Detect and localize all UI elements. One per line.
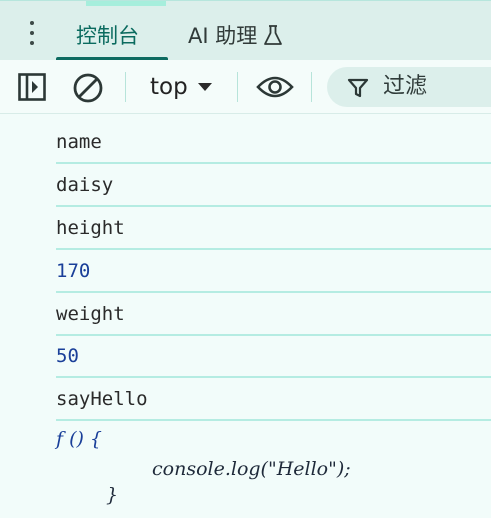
tab-console[interactable]: 控制台 bbox=[76, 21, 139, 55]
flask-icon bbox=[263, 24, 283, 54]
tab-console-label: 控制台 bbox=[76, 24, 139, 48]
console-message: name bbox=[56, 121, 491, 164]
console-message: weight bbox=[56, 293, 491, 336]
console-message: height bbox=[56, 207, 491, 250]
console-message: sayHello bbox=[56, 378, 491, 421]
eye-icon[interactable] bbox=[256, 74, 294, 104]
clear-console-icon[interactable] bbox=[72, 72, 104, 108]
toolbar-divider bbox=[237, 72, 238, 102]
sidebar-toggle-icon[interactable] bbox=[18, 73, 46, 105]
dropdown-arrow-icon bbox=[197, 83, 212, 91]
filter-placeholder: 过滤 bbox=[383, 74, 428, 99]
function-signature: f () { bbox=[56, 428, 103, 450]
context-selector-label: top bbox=[150, 74, 188, 100]
toolbar-divider bbox=[125, 72, 126, 102]
filter-icon bbox=[347, 77, 369, 103]
tab-strip: 控制台 AI 助理 bbox=[0, 0, 491, 61]
console-message: daisy bbox=[56, 164, 491, 207]
console-message: 170 bbox=[56, 250, 491, 293]
toolbar-divider bbox=[311, 72, 312, 102]
function-body: console.log("Hello"); bbox=[152, 458, 351, 480]
console-message: 50 bbox=[56, 335, 491, 378]
tab-ai-assistant[interactable]: AI 助理 bbox=[188, 21, 283, 55]
filter-input[interactable]: 过滤 bbox=[327, 67, 491, 107]
function-close: } bbox=[106, 484, 119, 506]
tab-ai-label: AI 助理 bbox=[188, 24, 258, 48]
context-selector[interactable]: top bbox=[150, 72, 212, 102]
console-toolbar: top 过滤 bbox=[0, 60, 491, 114]
more-vert-icon[interactable] bbox=[22, 19, 42, 49]
tab-strip-accent bbox=[86, 1, 166, 6]
